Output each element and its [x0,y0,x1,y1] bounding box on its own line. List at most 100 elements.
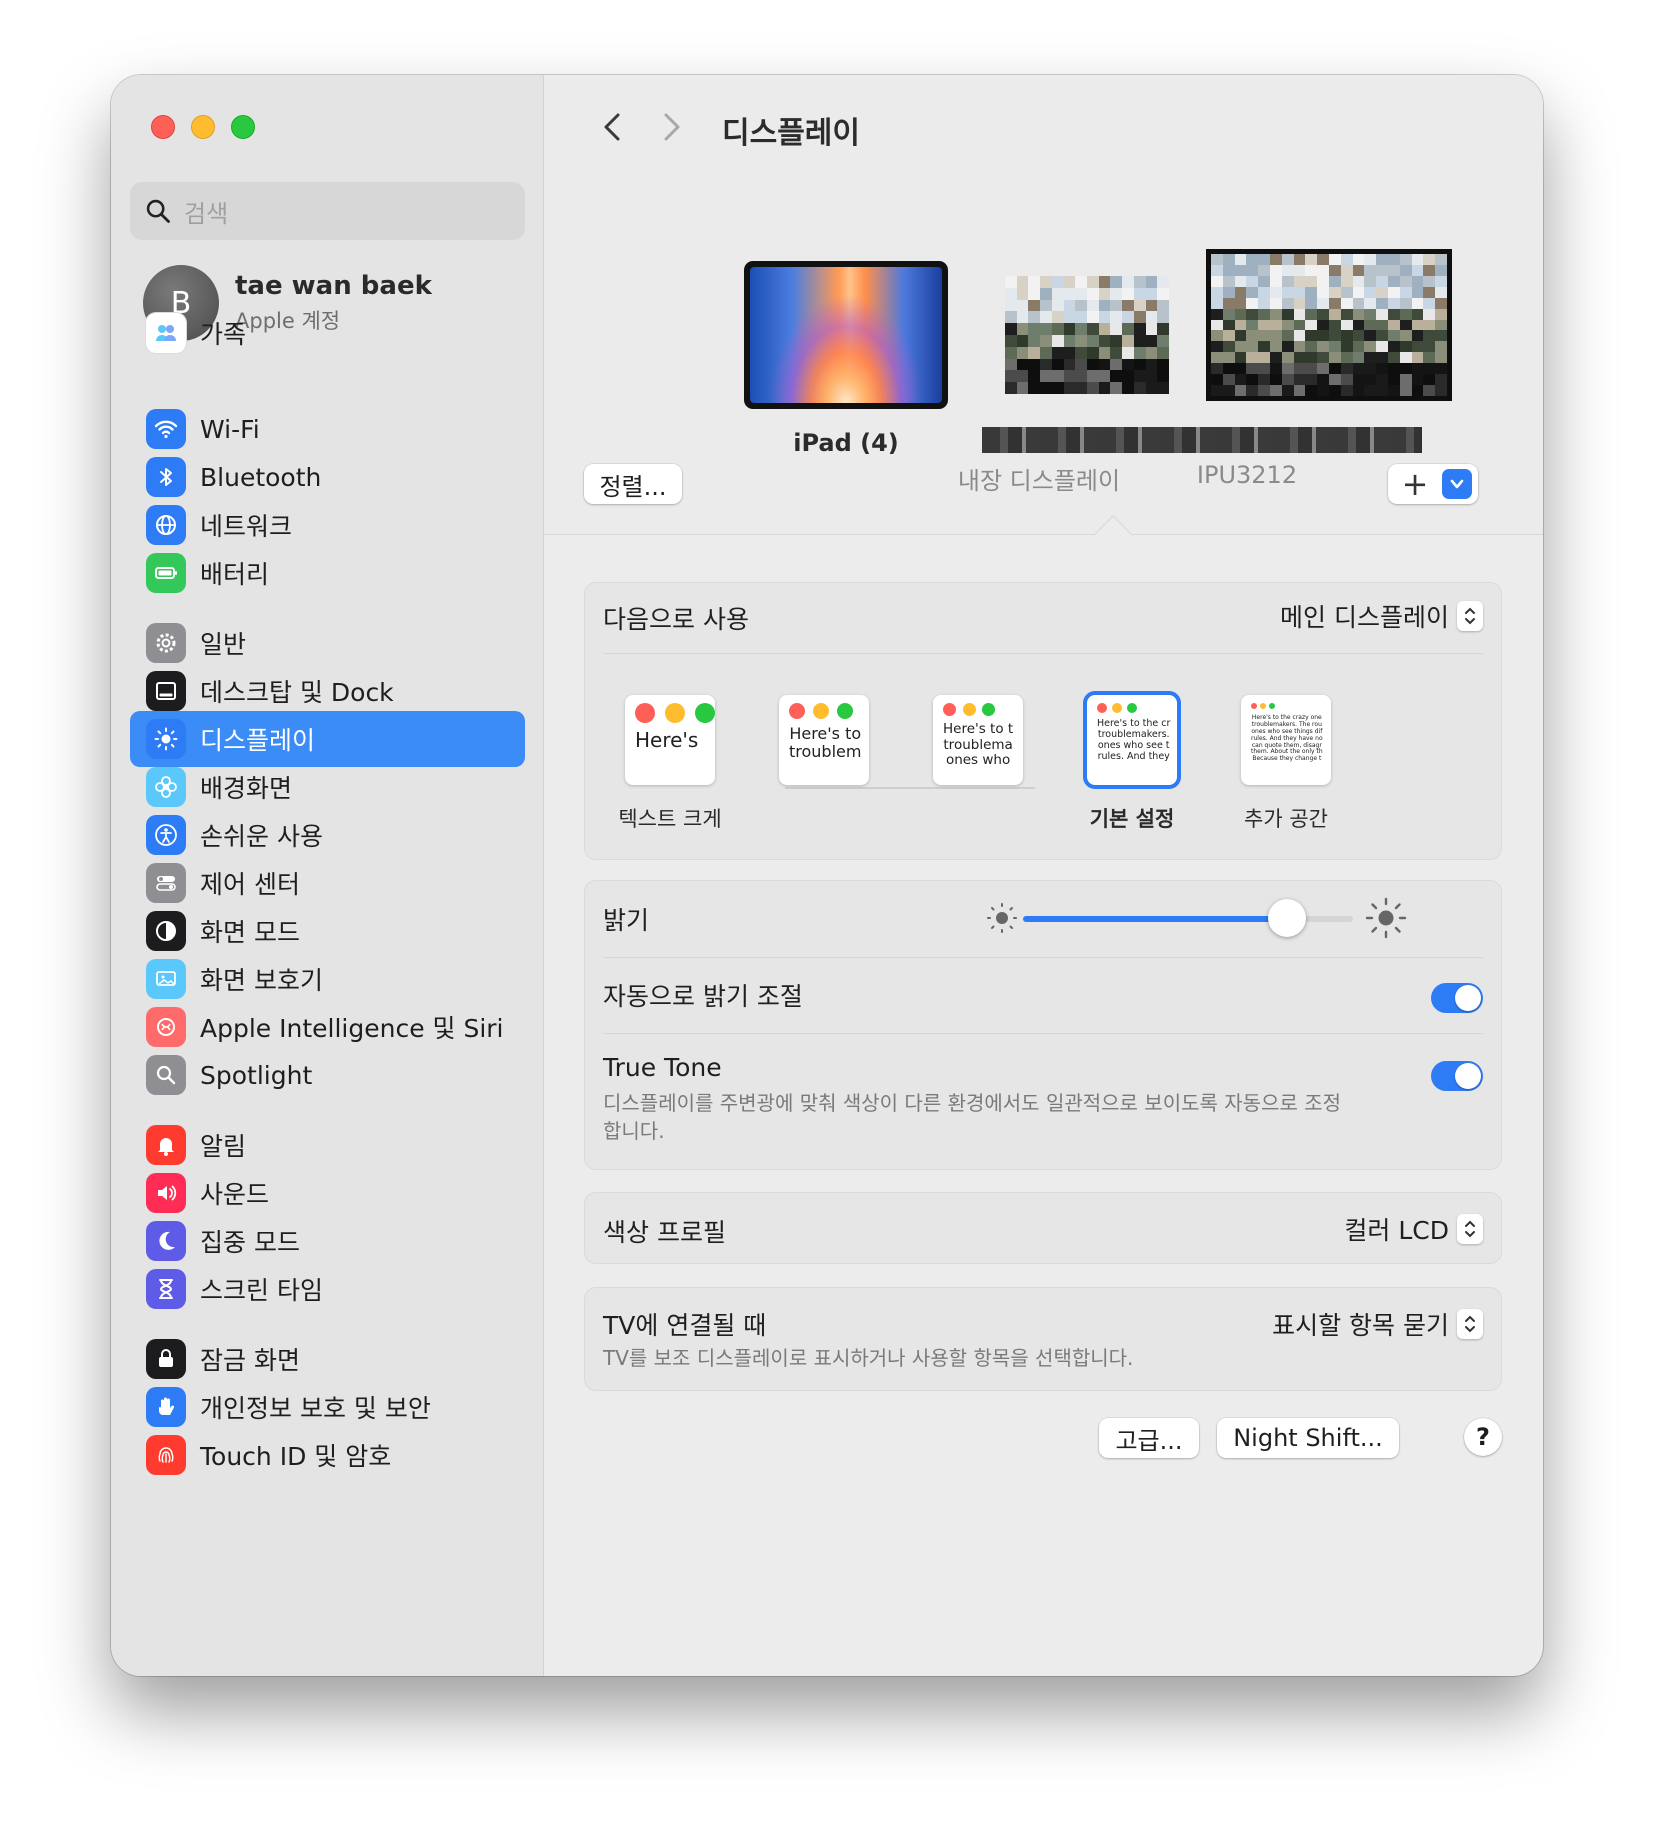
bell-icon [146,1125,186,1165]
sidebar-item-fingerprint[interactable]: Touch ID 및 암호 [130,1427,525,1483]
brightness-slider[interactable] [1023,899,1353,937]
use-as-popup[interactable]: 메인 디스플레이 [1280,598,1483,634]
sidebar: 검색 B tae wan baek Apple 계정 가족 Wi-Fi Bluet… [111,75,544,1676]
sidebar-item-label: Bluetooth [200,462,322,492]
lock-icon [146,1339,186,1379]
text-size-sample: Here's to troublem [789,724,862,762]
updown-chevron-icon [1457,1214,1483,1244]
text-size-label: 기본 설정 [1089,807,1175,831]
tv-label: TV에 연결될 때 [603,1311,767,1340]
advanced-button[interactable]: 고급... [1099,1418,1199,1458]
display-arrangement-area: 디스플레이 iPad (4) 내장 디스플레이 IPU3212 정렬... + [544,75,1543,555]
gear-icon [146,623,186,663]
flower-icon [146,767,186,807]
sidebar-item-label: 네트워크 [200,512,293,541]
night-shift-button[interactable]: Night Shift... [1217,1418,1399,1458]
text-size-preview: Here's to the cr troublemakers. ones who… [1083,691,1181,789]
sidebar-item-label: 알림 [200,1132,247,1161]
tv-value: 표시할 항목 묻기 [1272,1311,1449,1340]
forward-chevron-icon[interactable] [654,107,690,147]
appearance-icon [146,911,186,951]
hand-icon [146,1387,186,1427]
chevron-down-icon [1450,479,1464,489]
ipad-display-thumbnail[interactable] [744,261,948,409]
text-size-option[interactable]: Here's to troublem [769,695,879,803]
family-icon [146,313,186,353]
help-button[interactable]: ? [1464,1418,1502,1456]
hourglass-icon [146,1269,186,1309]
add-display-dropdown[interactable] [1442,469,1472,499]
minimize-window-button[interactable] [191,115,215,139]
text-size-preview: Here's to troublem [779,695,869,785]
color-profile-popup[interactable]: 컬러 LCD [1344,1211,1483,1247]
sidebar-item-battery[interactable]: 배터리 [130,545,525,601]
text-size-option[interactable]: Here's to the crazy one troublemakers. T… [1231,695,1341,833]
page-title: 디스플레이 [722,116,860,151]
close-window-button[interactable] [151,115,175,139]
arrange-button[interactable]: 정렬... [584,464,682,504]
sidebar-item-label: Wi-Fi [200,414,260,444]
search-placeholder: 검색 [184,199,229,228]
ipad-display-label: iPad (4) [793,429,899,457]
sidebar-item-label: 개인정보 보호 및 보안 [200,1394,431,1423]
search-field[interactable]: 검색 [130,182,525,240]
sidebar-item-label: 화면 보호기 [200,966,323,995]
updown-chevron-icon [1457,601,1483,631]
account-name: tae wan baek [235,271,432,301]
add-display-button[interactable]: + [1388,464,1442,504]
text-size-option[interactable]: Here's 텍스트 크게 [615,695,725,833]
text-size-sample: Here's to the cr troublemakers. ones who… [1097,718,1171,762]
text-size-option[interactable]: Here's to t troublema ones who [923,695,1033,803]
use-as-label: 다음으로 사용 [603,605,749,634]
speaker-icon [146,1173,186,1213]
sidebar-item-label: 일반 [200,630,247,659]
sidebar-item-hourglass[interactable]: 스크린 타임 [130,1261,525,1317]
external-display-thumbnail[interactable] [1206,249,1452,401]
use-as-card: 다음으로 사용 메인 디스플레이 Here's 텍스트 크게 Here's to t… [584,582,1502,860]
sidebar-item-label: 잠금 화면 [200,1346,300,1375]
zoom-window-button[interactable] [231,115,255,139]
sun-large-icon [1365,897,1407,939]
sidebar-item-label: 집중 모드 [200,1228,300,1257]
add-display-control[interactable]: + [1388,464,1478,504]
tv-description: TV를 보조 디스플레이로 표시하거나 사용할 항목을 선택합니다. [603,1346,1134,1370]
brightness-slider-fill [1023,916,1287,922]
text-size-option[interactable]: Here's to the cr troublemakers. ones who… [1077,691,1187,833]
auto-brightness-toggle[interactable] [1431,983,1483,1013]
builtin-display-label[interactable]: 내장 디스플레이 [949,461,1129,496]
sidebar-item-family[interactable]: 가족 [130,305,525,361]
battery-icon [146,553,186,593]
selection-notch [1093,515,1133,555]
window-controls [151,115,255,139]
toggles-icon [146,863,186,903]
text-size-preview: Here's [625,695,715,785]
sidebar-item-label: Spotlight [200,1060,313,1090]
sidebar-item-label: 디스플레이 [200,726,316,755]
siri-icon [146,1007,186,1047]
sidebar-item-label: 화면 모드 [200,918,300,947]
main-pane: 디스플레이 iPad (4) 내장 디스플레이 IPU3212 정렬... + … [544,75,1543,1676]
external-display-label[interactable]: IPU3212 [1172,461,1322,489]
text-size-sample: Here's [635,728,699,752]
sidebar-item-label: 데스크탑 및 Dock [200,678,394,707]
fingerprint-icon [146,1435,186,1475]
sidebar-item-label: Apple Intelligence 및 Siri [200,1014,504,1043]
true-tone-description: 디스플레이를 주변광에 맞춰 색상이 다른 환경에서도 일관적으로 보이도록 자… [603,1091,1342,1143]
sidebar-item-label: 배터리 [200,560,270,589]
color-profile-label: 색상 프로필 [603,1218,726,1247]
color-profile-value: 컬러 LCD [1344,1216,1449,1245]
screensaver-icon [146,959,186,999]
text-size-label: 추가 공간 [1244,807,1328,831]
sidebar-item-magnifier[interactable]: Spotlight [130,1047,525,1103]
back-chevron-icon[interactable] [594,107,630,147]
true-tone-toggle[interactable] [1431,1061,1483,1091]
accessibility-icon [146,815,186,855]
sidebar-item-label: Touch ID 및 암호 [200,1442,392,1471]
builtin-display-thumbnail[interactable] [1005,276,1169,394]
text-size-sample: Here's to the crazy one troublemakers. T… [1251,714,1323,763]
sidebar-item-label: 사운드 [200,1180,270,1209]
brightness-slider-knob[interactable] [1268,899,1306,937]
brightness-card: 밝기 자동으로 밝기 조절 True Tone 디스플레이를 주변광에 맞춰 색… [584,880,1502,1170]
tv-popup[interactable]: 표시할 항목 묻기 [1272,1306,1483,1342]
search-icon [146,199,170,223]
